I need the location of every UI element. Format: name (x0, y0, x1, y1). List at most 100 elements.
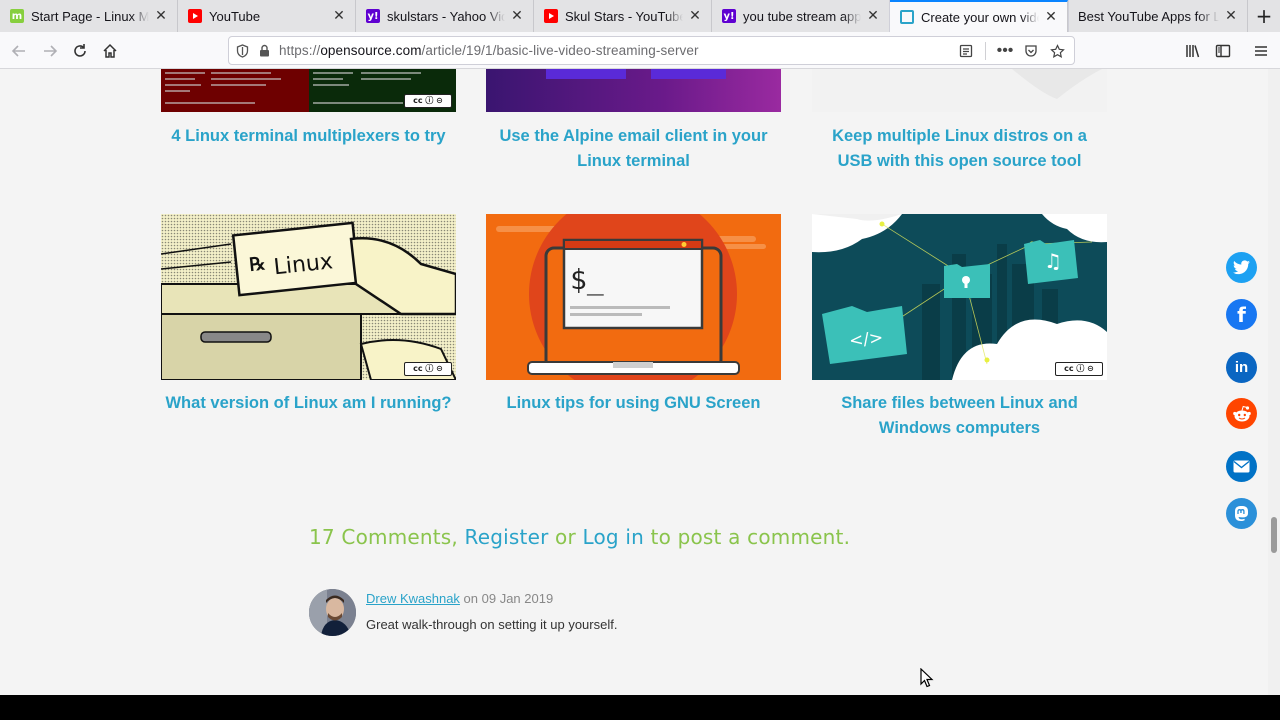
shield-icon[interactable] (231, 40, 253, 62)
arrow-left-icon (11, 45, 25, 57)
comment-item: Drew Kwashnak on 09 Jan 2019 Great walk-… (309, 589, 909, 639)
laptop-terminal-illustration-icon: $_ (496, 214, 766, 380)
article-title-link[interactable]: Linux tips for using GNU Screen (486, 391, 781, 416)
user-photo-icon (309, 589, 356, 636)
article-image-gnu-screen[interactable]: $_ (486, 214, 781, 380)
close-icon[interactable]: ✕ (687, 8, 703, 24)
share-twitter-button[interactable] (1226, 252, 1257, 283)
tab-best-youtube-apps[interactable]: Best YouTube Apps for Linux ✕ (1068, 0, 1248, 32)
sidebar-icon (1215, 44, 1231, 58)
tab-title: YouTube (209, 8, 261, 24)
article-title-link[interactable]: 4 Linux terminal multiplexers to try (161, 124, 456, 149)
navigation-toolbar: https://opensource.com/article/19/1/basi… (0, 32, 1280, 69)
close-icon[interactable]: ✕ (331, 8, 347, 24)
tab-start-page[interactable]: m Start Page - Linux Mint ✕ (0, 0, 178, 32)
article-image-share-files[interactable]: </> ♫ cc ⓘ ⊝ (812, 214, 1107, 380)
title-line: USB with this open source tool (837, 152, 1082, 170)
scrollbar-thumb[interactable] (1271, 517, 1277, 553)
cc-license-badge: cc ⓘ ⊝ (404, 362, 452, 376)
menu-button[interactable] (1248, 38, 1274, 64)
close-icon[interactable]: ✕ (153, 8, 169, 24)
article-title-link[interactable]: What version of Linux am I running? (161, 391, 456, 416)
share-reddit-button[interactable] (1226, 398, 1257, 429)
library-button[interactable] (1180, 38, 1206, 64)
close-icon[interactable]: ✕ (509, 8, 525, 24)
tab-yahoo-stream-apps[interactable]: y! you tube stream apps ✕ (712, 0, 890, 32)
comment-body: Great walk-through on setting it up your… (366, 617, 618, 632)
web-page: cc ⓘ ⊝ 4 Linux terminal multiplexers to … (0, 69, 1280, 695)
cc-license-badge: cc ⓘ ⊝ (1055, 362, 1103, 376)
article-image-terminal-multiplexers[interactable]: cc ⓘ ⊝ (161, 69, 456, 112)
tab-create-video[interactable]: Create your own video ✕ (890, 0, 1068, 32)
login-link[interactable]: Log in (582, 525, 644, 549)
article-title-link[interactable]: Use the Alpine email client in your Linu… (486, 124, 781, 174)
comment-author-link[interactable]: Drew Kwashnak (366, 591, 460, 606)
register-link[interactable]: Register (465, 525, 549, 549)
close-icon[interactable]: ✕ (865, 8, 881, 24)
url-text: https://opensource.com/article/19/1/basi… (279, 43, 699, 58)
arrow-right-icon (44, 45, 58, 57)
bookmark-star-icon[interactable] (1044, 39, 1070, 63)
library-icon (1186, 45, 1200, 58)
tab-strip: m Start Page - Linux Mint ✕ YouTube ✕ y!… (0, 0, 1280, 32)
heading-separator: , (451, 525, 465, 549)
twitter-icon (1233, 260, 1250, 275)
tab-title: Start Page - Linux Mint (31, 8, 149, 24)
article-image-usb-distros[interactable] (812, 69, 1107, 112)
svg-text:♫: ♫ (1044, 249, 1062, 273)
share-facebook-button[interactable]: f (1226, 299, 1257, 330)
comment-count: 17 Comments (309, 525, 452, 549)
tab-yahoo-skulstars[interactable]: y! skulstars - Yahoo Video Search ✕ (356, 0, 534, 32)
page-scrollbar[interactable] (1268, 69, 1280, 695)
reddit-icon (1232, 405, 1251, 421)
share-linkedin-button[interactable]: in (1226, 352, 1257, 383)
svg-text:℞: ℞ (248, 253, 266, 276)
title-line: What version of Linux am I running? (165, 394, 452, 412)
sidebar-button[interactable] (1210, 38, 1236, 64)
yahoo-icon: y! (722, 9, 736, 23)
tab-skul-stars-youtube[interactable]: Skul Stars - YouTube ✕ (534, 0, 712, 32)
comment-date: 09 Jan 2019 (481, 591, 554, 606)
back-button[interactable] (6, 38, 32, 64)
heading-suffix: to post a comment. (644, 525, 851, 549)
title-line: Linux terminal (577, 152, 690, 170)
tab-title: you tube stream apps (743, 8, 861, 24)
forward-button[interactable] (37, 38, 63, 64)
avatar[interactable] (309, 589, 356, 636)
email-icon (1233, 460, 1250, 473)
pocket-icon[interactable] (1018, 39, 1044, 63)
new-tab-button[interactable]: + (1248, 0, 1280, 32)
code-symbol-text: </> (848, 328, 884, 351)
more-actions-icon[interactable]: ••• (992, 39, 1018, 63)
opensource-icon (900, 10, 914, 24)
plus-icon: + (1255, 4, 1273, 28)
share-email-button[interactable] (1226, 451, 1257, 482)
comment-meta: Drew Kwashnak on 09 Jan 2019 (366, 591, 553, 606)
url-bar[interactable]: https://opensource.com/article/19/1/basi… (228, 36, 1075, 65)
reader-view-icon[interactable] (953, 39, 979, 63)
lock-icon[interactable] (253, 40, 275, 62)
email-illustration-icon (546, 69, 726, 79)
filing-cabinet-illustration-icon: Linux ℞ (161, 214, 456, 380)
close-icon[interactable]: ✕ (1223, 8, 1239, 24)
mastodon-icon (1235, 505, 1248, 521)
share-mastodon-button[interactable] (1226, 498, 1257, 529)
tab-title: Skul Stars - YouTube (565, 8, 683, 24)
article-title-link[interactable]: Keep multiple Linux distros on a USB wit… (812, 124, 1107, 174)
tab-youtube[interactable]: YouTube ✕ (178, 0, 356, 32)
url-host: opensource.com (320, 43, 422, 58)
article-title-link[interactable]: Share files between Linux and Windows co… (812, 391, 1107, 441)
youtube-icon (188, 9, 202, 23)
cc-license-badge: cc ⓘ ⊝ (404, 94, 452, 108)
title-line: Use the Alpine email client in your (499, 127, 768, 145)
home-button[interactable] (97, 38, 123, 64)
title-line: 4 Linux terminal multiplexers to try (171, 127, 446, 145)
article-image-linux-version[interactable]: Linux ℞ cc ⓘ ⊝ (161, 214, 456, 380)
tab-title: Best YouTube Apps for Linux (1078, 8, 1219, 24)
title-line: Windows computers (878, 419, 1041, 437)
article-image-alpine-email[interactable] (486, 69, 781, 112)
title-line: Linux tips for using GNU Screen (506, 394, 761, 412)
reload-button[interactable] (67, 38, 93, 64)
cloud-folders-illustration-icon: </> ♫ (812, 214, 1107, 380)
close-icon[interactable]: ✕ (1043, 9, 1059, 25)
